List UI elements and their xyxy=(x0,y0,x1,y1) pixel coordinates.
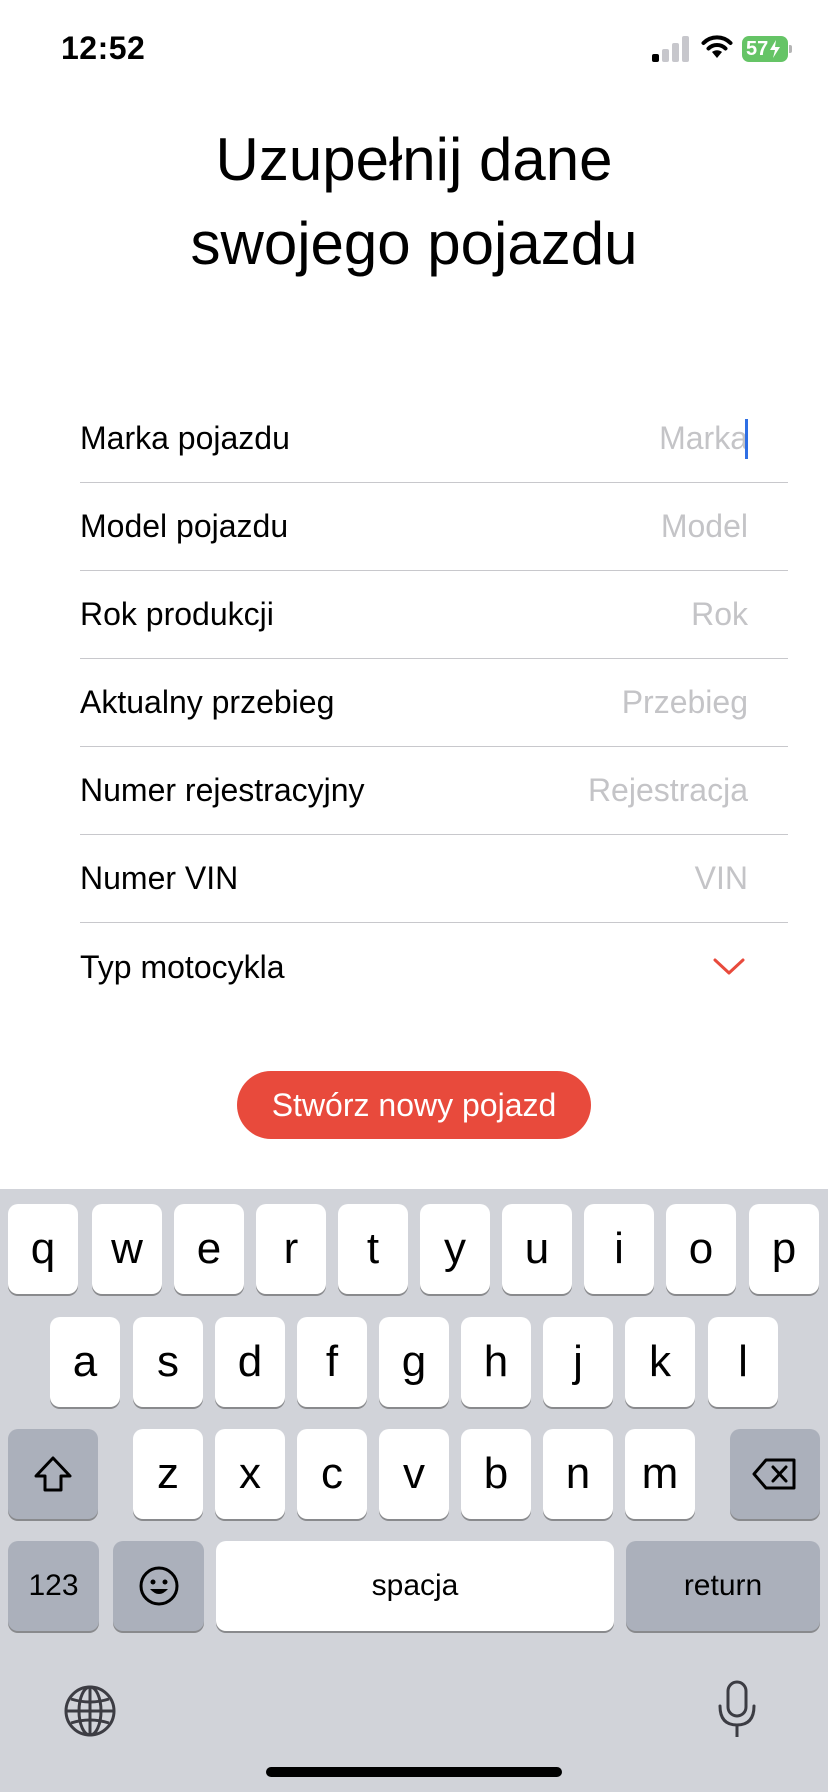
key-f[interactable]: f xyxy=(297,1317,367,1407)
form-row-vin[interactable]: Numer VIN xyxy=(80,835,788,923)
key-l[interactable]: l xyxy=(708,1317,778,1407)
key-r[interactable]: r xyxy=(256,1204,326,1294)
key-z[interactable]: z xyxy=(133,1429,203,1519)
form-row-brand[interactable]: Marka pojazdu xyxy=(80,395,788,483)
key-e[interactable]: e xyxy=(174,1204,244,1294)
return-key[interactable]: return xyxy=(626,1541,820,1631)
form-row-motorcycle-type[interactable]: Typ motocykla xyxy=(80,923,788,1011)
globe-icon[interactable] xyxy=(63,1684,117,1738)
motorcycle-type-label: Typ motocykla xyxy=(80,948,285,985)
registration-input[interactable] xyxy=(448,772,748,809)
home-indicator xyxy=(266,1767,562,1777)
form-row-year[interactable]: Rok produkcji xyxy=(80,571,788,659)
emoji-key[interactable] xyxy=(113,1541,204,1631)
key-o[interactable]: o xyxy=(666,1204,736,1294)
year-input[interactable] xyxy=(448,596,748,633)
form-row-mileage[interactable]: Aktualny przebieg xyxy=(80,659,788,747)
key-n[interactable]: n xyxy=(543,1429,613,1519)
create-vehicle-button[interactable]: Stwórz nowy pojazd xyxy=(237,1071,591,1139)
year-label: Rok produkcji xyxy=(80,596,274,632)
key-m[interactable]: m xyxy=(625,1429,695,1519)
backspace-key[interactable] xyxy=(730,1429,820,1519)
key-p[interactable]: p xyxy=(749,1204,819,1294)
model-label: Model pojazdu xyxy=(80,508,289,544)
wifi-icon xyxy=(701,35,733,58)
battery-level: 57 xyxy=(746,37,769,60)
key-g[interactable]: g xyxy=(379,1317,449,1407)
key-d[interactable]: d xyxy=(215,1317,285,1407)
key-b[interactable]: b xyxy=(461,1429,531,1519)
vehicle-form: Marka pojazdu Model pojazdu Rok produkcj… xyxy=(80,395,788,1011)
page-title: Uzupełnij dane swojego pojazdu xyxy=(190,126,638,277)
key-h[interactable]: h xyxy=(461,1317,531,1407)
key-s[interactable]: s xyxy=(133,1317,203,1407)
microphone-icon[interactable] xyxy=(716,1679,758,1741)
key-t[interactable]: t xyxy=(338,1204,408,1294)
model-input[interactable] xyxy=(448,508,748,545)
form-row-model[interactable]: Model pojazdu xyxy=(80,483,788,571)
brand-input[interactable] xyxy=(448,420,748,457)
key-v[interactable]: v xyxy=(379,1429,449,1519)
chevron-down-icon[interactable] xyxy=(712,956,746,978)
vin-label: Numer VIN xyxy=(80,860,239,896)
status-bar: 12:52 57 xyxy=(0,0,828,100)
key-u[interactable]: u xyxy=(502,1204,572,1294)
key-k[interactable]: k xyxy=(625,1317,695,1407)
key-i[interactable]: i xyxy=(584,1204,654,1294)
shift-key[interactable] xyxy=(8,1429,98,1519)
backspace-icon xyxy=(752,1458,796,1490)
key-j[interactable]: j xyxy=(543,1317,613,1407)
registration-label: Numer rejestracyjny xyxy=(80,772,365,808)
key-q[interactable]: q xyxy=(8,1204,78,1294)
mileage-label: Aktualny przebieg xyxy=(80,684,335,720)
numbers-key[interactable]: 123 xyxy=(8,1541,99,1631)
space-key[interactable]: spacja xyxy=(216,1541,614,1631)
key-y[interactable]: y xyxy=(420,1204,490,1294)
keyboard: q w e r t y u i o p a s d f g h j k l z … xyxy=(0,1189,828,1792)
key-w[interactable]: w xyxy=(92,1204,162,1294)
key-c[interactable]: c xyxy=(297,1429,367,1519)
cellular-signal-icon xyxy=(652,36,690,62)
vin-input[interactable] xyxy=(448,860,748,897)
shift-icon xyxy=(34,1456,72,1492)
emoji-icon xyxy=(139,1566,178,1606)
form-row-registration[interactable]: Numer rejestracyjny xyxy=(80,747,788,835)
status-time: 12:52 xyxy=(61,30,146,66)
text-cursor xyxy=(745,419,748,459)
key-x[interactable]: x xyxy=(215,1429,285,1519)
key-a[interactable]: a xyxy=(50,1317,120,1407)
brand-label: Marka pojazdu xyxy=(80,420,290,456)
mileage-input[interactable] xyxy=(448,684,748,721)
battery-charging-icon: 57 xyxy=(742,36,792,62)
